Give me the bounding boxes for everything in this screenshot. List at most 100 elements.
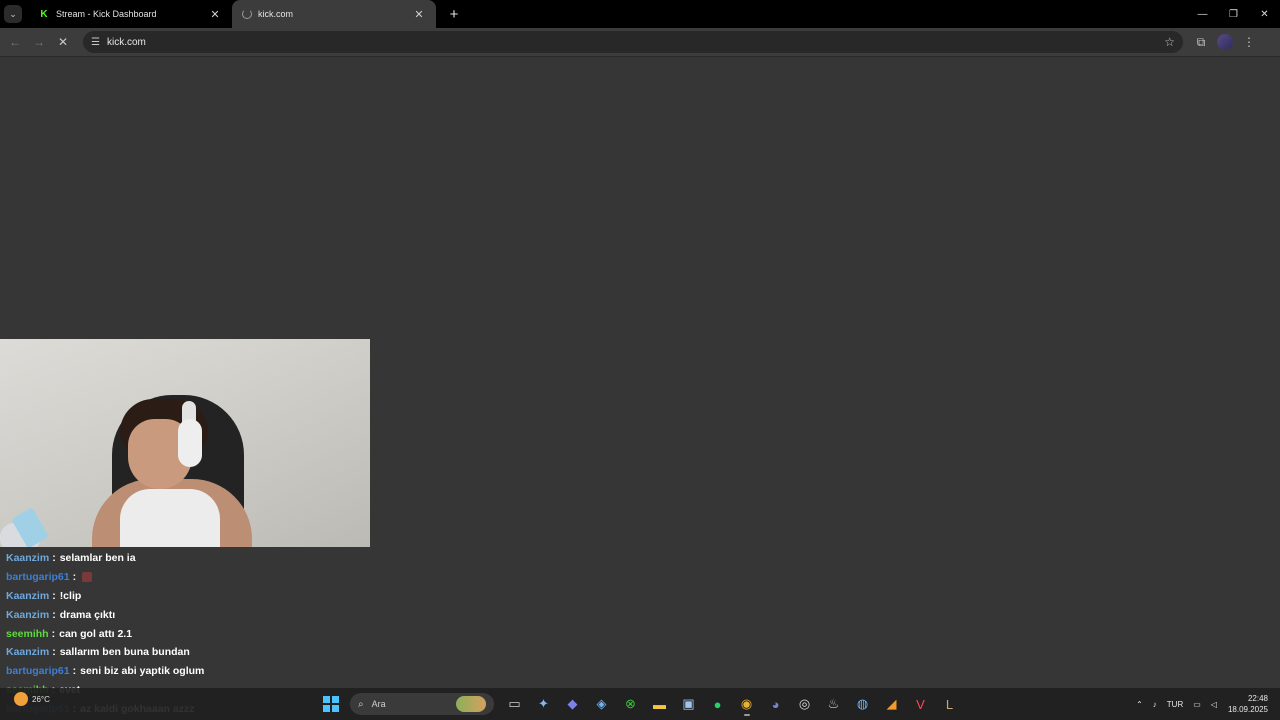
close-tab-icon[interactable]: ✕ (208, 8, 222, 21)
tab-kick-com[interactable]: kick.com ✕ (232, 0, 436, 28)
toolbar-actions: ⧉ ⋮ (1189, 30, 1261, 54)
file-explorer-icon[interactable]: ▬ (647, 691, 673, 717)
chat-text: drama çıktı (59, 608, 116, 621)
chat-username[interactable]: Kaanzim (6, 609, 49, 621)
chat-username[interactable]: bartugarip61 (6, 665, 70, 677)
chat-separator: : (52, 608, 56, 621)
search-placeholder: Ara (371, 699, 386, 709)
tab-strip: ⌄ K Stream - Kick Dashboard ✕ kick.com ✕… (0, 0, 1280, 28)
steam-icon[interactable]: ♨ (821, 691, 847, 717)
teams-icon[interactable]: ◆ (560, 691, 586, 717)
search-icon: ⌕ (358, 698, 364, 710)
system-tray: ⌃ ♪ TUR ▭ ◁ 22:48 18.09.2025 (1131, 688, 1280, 720)
emote-icon (82, 572, 93, 583)
chat-separator: : (72, 665, 77, 678)
microphone-icon[interactable]: ♪ (1153, 700, 1157, 709)
kick-logo-icon: K (40, 8, 48, 20)
chat-message: bartugarip61: seni biz abi yaptik oglum (6, 662, 606, 681)
clock-time: 22:48 (1247, 694, 1268, 703)
clock-date: 18.09.2025 (1227, 705, 1268, 714)
arrow-right-icon: → (33, 35, 45, 49)
avatar (1217, 34, 1233, 50)
tank-top (120, 489, 220, 547)
tab-title: Stream - Kick Dashboard (56, 9, 157, 19)
chat-username[interactable]: bartugarip61 (6, 571, 70, 583)
chat-message: Kaanzim: !clip (6, 587, 606, 606)
discord-icon[interactable]: ◕ (763, 691, 789, 717)
close-icon: ✕ (57, 35, 69, 49)
chrome-icon[interactable]: ◉ (734, 691, 760, 717)
window-controls: — ❐ ✕ (1187, 0, 1280, 28)
start-button[interactable] (320, 693, 342, 715)
minimize-icon[interactable]: — (1187, 0, 1218, 28)
volume-icon[interactable]: ◁ (1211, 700, 1217, 709)
chat-message: Kaanzim: sallarım ben buna bundan (6, 643, 606, 662)
chat-separator: : (52, 552, 56, 565)
chat-separator: : (52, 646, 56, 659)
pinned-apps: ▭ ✦ ◆ ◈ ⊗ ▬ ▣ ● ◉ ◕ ◎ ♨ ◍ ◢ V L (500, 691, 964, 717)
spotify-icon[interactable]: ● (705, 691, 731, 717)
chat-message: bartugarip61: (6, 568, 606, 587)
chat-username[interactable]: Kaanzim (6, 590, 49, 602)
webcam-feed (0, 339, 370, 547)
network-icon[interactable]: ▭ (1193, 700, 1201, 709)
clock[interactable]: 22:48 18.09.2025 (1228, 693, 1268, 715)
task-view-icon[interactable]: ▭ (502, 691, 528, 717)
tab-kick-dashboard[interactable]: K Stream - Kick Dashboard ✕ (28, 0, 232, 28)
chat-text: can gol attı 2.1 (59, 627, 133, 640)
weather-widget[interactable]: 26°C (14, 692, 50, 706)
tab-search-button[interactable]: ⌄ (4, 5, 22, 23)
chat-text: seni biz abi yaptik oglum (80, 665, 205, 678)
league-icon[interactable]: L (937, 691, 963, 717)
xbox-icon[interactable]: ⊗ (618, 691, 644, 717)
chat-username[interactable]: seemihh (6, 628, 49, 640)
chat-text: selamlar ben ia (59, 552, 136, 565)
weather-icon (14, 692, 28, 706)
weather-temp: 26°C (32, 694, 50, 704)
chevron-down-icon: ⌄ (9, 8, 17, 19)
taskbar-search[interactable]: ⌕ Ara (350, 693, 494, 715)
tab-title: kick.com (258, 9, 294, 19)
stop-loading-button[interactable]: ✕ (51, 30, 75, 54)
chat-username[interactable]: Kaanzim (6, 552, 49, 564)
chat-message: Kaanzim: drama çıktı (6, 605, 606, 624)
chevron-up-icon[interactable]: ⌃ (1136, 700, 1143, 709)
chat-text: !clip (59, 589, 82, 602)
forward-button[interactable]: → (27, 30, 51, 54)
more-vertical-icon: ⋮ (1243, 35, 1255, 49)
chat-message: seemihh: can gol attı 2.1 (6, 624, 606, 643)
plus-icon: + (449, 5, 459, 23)
address-text[interactable]: kick.com (107, 37, 1164, 48)
arrow-left-icon: ← (9, 35, 21, 49)
close-window-icon[interactable]: ✕ (1249, 0, 1280, 28)
site-settings-icon[interactable]: ☰ (91, 37, 100, 48)
extensions-button[interactable]: ⧉ (1189, 30, 1213, 54)
new-tab-button[interactable]: + (444, 4, 464, 24)
valorant-icon[interactable]: V (908, 691, 934, 717)
widgets-icon[interactable]: ✦ (531, 691, 557, 717)
photos-icon[interactable]: ▣ (676, 691, 702, 717)
star-icon[interactable]: ☆ (1164, 35, 1175, 49)
menu-button[interactable]: ⋮ (1237, 30, 1261, 54)
loading-spinner-icon (242, 9, 252, 19)
headset (178, 419, 202, 467)
fl-studio-icon[interactable]: ◢ (879, 691, 905, 717)
chat-username[interactable]: Kaanzim (6, 646, 49, 658)
restore-icon[interactable]: ❐ (1218, 0, 1249, 28)
language-indicator[interactable]: TUR (1167, 700, 1183, 709)
chat-separator: : (52, 589, 56, 602)
search-highlight-icon (456, 696, 486, 712)
app-icon[interactable]: ◍ (850, 691, 876, 717)
obs-icon[interactable]: ◎ (792, 691, 818, 717)
puzzle-icon: ⧉ (1196, 34, 1206, 49)
back-button[interactable]: ← (3, 30, 27, 54)
chat-message: Kaanzim: selamlar ben ia (6, 549, 606, 568)
address-bar[interactable]: ☰ kick.com ☆ (83, 31, 1183, 53)
taskbar-center: ⌕ Ara ▭ ✦ ◆ ◈ ⊗ ▬ ▣ ● ◉ ◕ ◎ ♨ ◍ ◢ V L (320, 690, 964, 718)
profile-button[interactable] (1213, 30, 1237, 54)
copilot-icon[interactable]: ◈ (589, 691, 615, 717)
taskbar: 26°C ⌕ Ara ▭ ✦ ◆ ◈ ⊗ ▬ ▣ ● ◉ ◕ ◎ ♨ ◍ ◢ V… (0, 688, 1280, 720)
close-tab-icon[interactable]: ✕ (412, 8, 426, 21)
chat-text: sallarım ben buna bundan (59, 646, 190, 659)
browser-toolbar: ← → ✕ ☰ kick.com ☆ ⧉ ⋮ (0, 28, 1280, 57)
